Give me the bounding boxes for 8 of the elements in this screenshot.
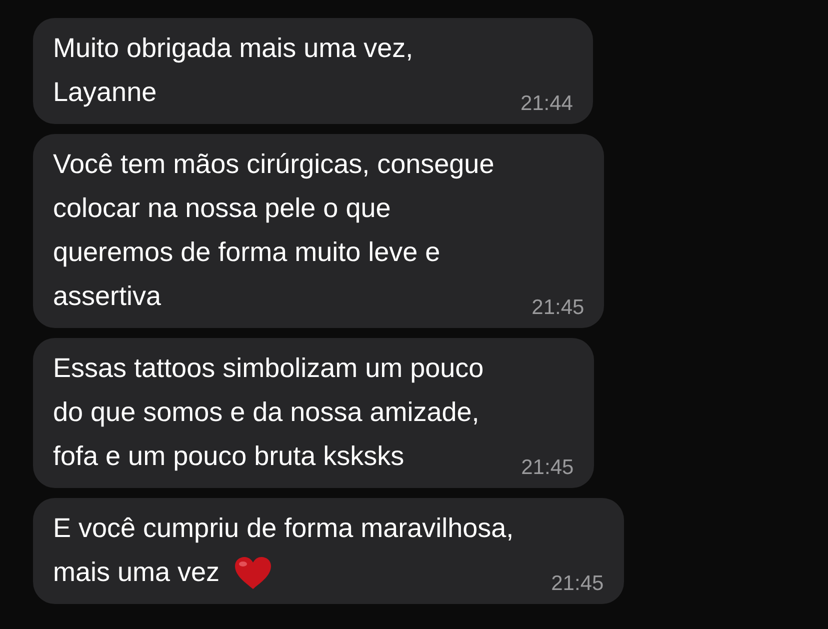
message-time: 21:45 xyxy=(551,572,604,596)
message-text: Muito obrigada mais uma vez, Layanne xyxy=(53,32,414,109)
message-time: 21:45 xyxy=(532,296,584,320)
message-text: Você tem mãos cirúrgicas, consegue colocar na nossa pele o que queremos de forma muito leve e assertiva xyxy=(53,148,494,313)
message-text: Essas tattoos simbolizam um pouco do que somos e da nossa amizade, fofa e um pouco bruta ksksks xyxy=(53,352,484,473)
message-time: 21:45 xyxy=(521,456,574,480)
message-time: 21:44 xyxy=(520,92,573,116)
message-text: E você cumpriu de forma maravilhosa, mais uma vez xyxy=(53,512,514,589)
